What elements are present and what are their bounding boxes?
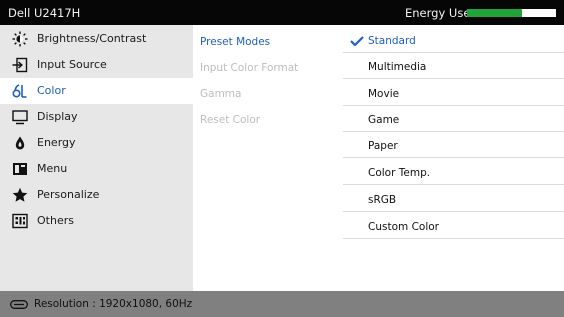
divider <box>343 238 564 239</box>
option-label: Custom Color <box>368 221 439 233</box>
energy-use-label: Energy Use <box>405 6 471 20</box>
display-icon <box>12 109 28 125</box>
menu-item-brightness-contrast[interactable]: Brightness/Contrast <box>0 26 193 52</box>
option-label: Paper <box>368 140 398 152</box>
option-game[interactable]: Game <box>343 106 564 132</box>
menu-item-others[interactable]: Others <box>0 208 193 234</box>
menu-item-menu[interactable]: Menu <box>0 156 193 182</box>
menu-item-label: Brightness/Contrast <box>37 32 147 45</box>
menu-icon <box>12 161 28 177</box>
others-icon <box>12 213 28 229</box>
menu-item-label: Others <box>37 214 74 227</box>
option-color-temp[interactable]: Color Temp. <box>343 159 564 185</box>
divider <box>343 184 564 185</box>
color-submenu: Preset Modes Input Color Format Gamma Re… <box>193 25 343 291</box>
menu-item-display[interactable]: Display <box>0 104 193 130</box>
divider <box>343 211 564 212</box>
brightness-icon <box>12 31 28 47</box>
menu-item-color[interactable]: Color <box>0 78 193 104</box>
option-custom-color[interactable]: Custom Color <box>343 213 564 239</box>
menu-item-label: Input Source <box>37 58 107 71</box>
divider <box>343 157 564 158</box>
menu-item-energy[interactable]: Energy <box>0 130 193 156</box>
menu-item-label: Color <box>37 84 66 97</box>
menu-item-label: Menu <box>37 162 68 175</box>
option-movie[interactable]: Movie <box>343 80 564 106</box>
monitor-model: Dell U2417H <box>8 6 81 20</box>
star-icon <box>12 187 28 203</box>
submenu-reset-color[interactable]: Reset Color <box>200 114 260 126</box>
submenu-gamma[interactable]: Gamma <box>200 88 241 100</box>
status-bar: Resolution : 1920x1080, 60Hz <box>0 291 564 317</box>
option-label: Color Temp. <box>368 167 431 179</box>
submenu-input-color-format[interactable]: Input Color Format <box>200 62 298 74</box>
menu-item-label: Display <box>37 110 78 123</box>
option-label: Movie <box>368 88 400 100</box>
option-label: Multimedia <box>368 61 427 73</box>
resolution-text: Resolution : 1920x1080, 60Hz <box>34 298 193 310</box>
input-source-icon <box>12 57 28 73</box>
energy-meter <box>467 9 556 17</box>
energy-meter-fill <box>467 9 523 17</box>
option-standard[interactable]: Standard <box>343 27 564 53</box>
menu-item-input-source[interactable]: Input Source <box>0 52 193 78</box>
option-label: Standard <box>368 35 416 47</box>
energy-icon <box>12 135 28 151</box>
menu-item-label: Energy <box>37 136 76 149</box>
option-label: Game <box>368 114 400 126</box>
checkmark-icon <box>350 36 364 46</box>
option-srgb[interactable]: sRGB <box>343 186 564 212</box>
option-multimedia[interactable]: Multimedia <box>343 53 564 79</box>
top-bar: Dell U2417H Energy Use <box>0 0 564 25</box>
option-label: sRGB <box>368 194 397 206</box>
divider <box>343 78 564 79</box>
menu-item-label: Personalize <box>37 188 100 201</box>
submenu-preset-modes[interactable]: Preset Modes <box>200 36 270 48</box>
option-paper[interactable]: Paper <box>343 132 564 158</box>
menu-item-personalize[interactable]: Personalize <box>0 182 193 208</box>
main-menu: Brightness/Contrast Input Source Color D… <box>0 25 193 291</box>
resolution-icon <box>10 300 28 309</box>
preset-mode-options: Standard Multimedia Movie Game Paper Col… <box>343 25 564 291</box>
color-icon <box>12 83 28 99</box>
